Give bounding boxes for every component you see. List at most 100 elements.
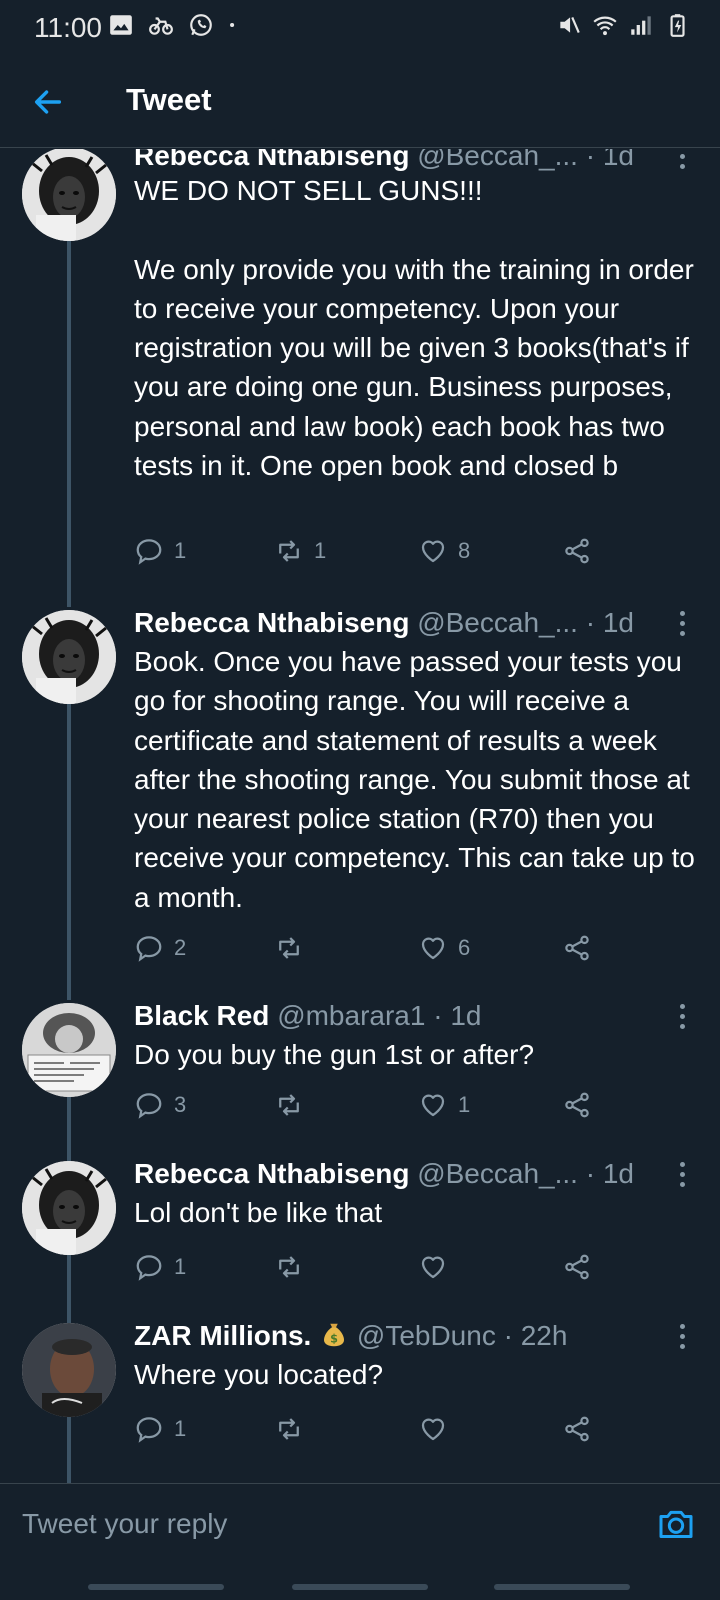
share-button[interactable] bbox=[562, 930, 592, 966]
reply-count: 1 bbox=[174, 538, 187, 563]
avatar[interactable] bbox=[22, 610, 116, 704]
wifi-icon bbox=[593, 16, 617, 36]
nav-home-handle[interactable] bbox=[292, 1584, 428, 1590]
tweet-item[interactable]: Rebecca Nthabiseng @Beccah_... · 1d Book… bbox=[0, 604, 720, 996]
more-options-icon[interactable] bbox=[670, 1317, 694, 1355]
tweet-header: Rebecca Nthabiseng @Beccah_... · 1d bbox=[134, 1155, 700, 1193]
system-icons bbox=[556, 12, 690, 38]
reply-button[interactable]: 1 bbox=[134, 1249, 186, 1285]
avatar[interactable] bbox=[22, 1323, 116, 1417]
author-handle-time: @TebDunc · 22h bbox=[356, 1320, 568, 1351]
tweet-actions: 1 bbox=[134, 1411, 614, 1447]
like-count: 8 bbox=[458, 538, 471, 563]
author-handle-time: @Beccah_... · 1d bbox=[417, 149, 634, 171]
reply-button[interactable]: 3 bbox=[134, 1087, 186, 1123]
nav-recent-handle[interactable] bbox=[88, 1584, 224, 1590]
heart-icon bbox=[421, 540, 445, 563]
bike-icon bbox=[149, 17, 173, 35]
tweet-item[interactable]: Rebecca Nthabiseng @Beccah_... · 1d WE D… bbox=[0, 149, 720, 597]
tweet-actions: 3 1 bbox=[134, 1087, 614, 1123]
app-header: Tweet bbox=[0, 56, 720, 148]
tweet-text: Where you located? bbox=[134, 1359, 384, 1390]
heart-icon bbox=[421, 937, 445, 960]
retweet-icon bbox=[279, 540, 299, 562]
reply-icon bbox=[136, 1093, 162, 1119]
like-button[interactable]: 1 bbox=[418, 1087, 470, 1123]
status-bar: 11:00 bbox=[0, 0, 720, 56]
avatar[interactable] bbox=[22, 1003, 116, 1097]
like-count: 1 bbox=[458, 1092, 471, 1117]
heart-icon bbox=[421, 1418, 445, 1441]
author-name[interactable]: Rebecca Nthabiseng bbox=[134, 607, 409, 638]
reply-button[interactable]: 1 bbox=[134, 1411, 186, 1447]
whatsapp-icon bbox=[190, 14, 212, 36]
retweet-count: 1 bbox=[314, 538, 327, 563]
tweet-header: ZAR Millions. $ @TebDunc · 22h bbox=[134, 1317, 700, 1355]
author-name[interactable]: Rebecca Nthabiseng bbox=[134, 149, 409, 171]
notification-icons bbox=[108, 12, 242, 38]
share-icon bbox=[565, 1092, 589, 1118]
camera-button[interactable] bbox=[654, 1502, 698, 1546]
share-icon bbox=[565, 1416, 589, 1442]
signal-icon bbox=[631, 16, 651, 35]
tweet-item[interactable]: Rebecca Nthabiseng @Beccah_... · 1d Lol … bbox=[0, 1155, 720, 1315]
retweet-button[interactable] bbox=[274, 930, 314, 966]
tweet-text: WE DO NOT SELL GUNS!!! We only provide y… bbox=[134, 175, 694, 482]
back-button[interactable] bbox=[22, 78, 74, 126]
share-button[interactable] bbox=[562, 1411, 592, 1447]
like-count: 6 bbox=[458, 935, 471, 960]
retweet-button[interactable] bbox=[274, 1087, 314, 1123]
reply-button[interactable]: 1 bbox=[134, 533, 186, 569]
more-options-icon[interactable] bbox=[670, 604, 694, 642]
like-button[interactable]: 6 bbox=[418, 930, 470, 966]
nav-back-handle[interactable] bbox=[494, 1584, 630, 1590]
battery-icon bbox=[670, 14, 685, 37]
author-name[interactable]: ZAR Millions. bbox=[134, 1320, 311, 1351]
tweet-header: Black Red @mbarara1 · 1d bbox=[134, 997, 700, 1035]
reply-icon bbox=[136, 1417, 162, 1443]
reply-input[interactable] bbox=[22, 1504, 602, 1544]
mute-icon bbox=[560, 16, 580, 34]
avatar[interactable] bbox=[22, 1161, 116, 1255]
reply-icon bbox=[136, 936, 162, 962]
more-options-icon[interactable] bbox=[670, 997, 694, 1035]
reply-count: 3 bbox=[174, 1092, 187, 1117]
retweet-icon bbox=[279, 1418, 299, 1440]
author-name[interactable]: Rebecca Nthabiseng bbox=[134, 1158, 409, 1189]
arrow-left-icon bbox=[34, 90, 62, 114]
user-photo bbox=[22, 1161, 116, 1255]
tweet-text: Do you buy the gun 1st or after? bbox=[134, 1039, 535, 1070]
like-button[interactable]: 8 bbox=[418, 533, 470, 569]
author-handle-time: @Beccah_... · 1d bbox=[417, 1158, 634, 1189]
tweet-actions: 1 bbox=[134, 1249, 614, 1285]
thread-list[interactable]: Rebecca Nthabiseng @Beccah_... · 1d WE D… bbox=[0, 149, 720, 1483]
reply-icon bbox=[136, 1255, 162, 1281]
user-photo bbox=[22, 610, 116, 704]
reply-bar bbox=[0, 1483, 720, 1563]
tweet-item[interactable]: ZAR Millions. $ @TebDunc · 22h Where you… bbox=[0, 1317, 720, 1483]
reply-count: 1 bbox=[174, 1254, 187, 1279]
status-time: 11:00 bbox=[34, 12, 102, 43]
avatar[interactable] bbox=[22, 149, 116, 241]
retweet-button[interactable] bbox=[274, 1411, 314, 1447]
more-options-icon[interactable] bbox=[670, 1155, 694, 1193]
like-button[interactable] bbox=[418, 1411, 458, 1447]
retweet-button[interactable]: 1 bbox=[274, 533, 326, 569]
reply-count: 1 bbox=[174, 1416, 187, 1441]
user-photo bbox=[22, 1003, 116, 1097]
reply-icon bbox=[136, 539, 162, 565]
tweet-item[interactable]: Black Red @mbarara1 · 1d Do you buy the … bbox=[0, 997, 720, 1157]
reply-button[interactable]: 2 bbox=[134, 930, 186, 966]
share-button[interactable] bbox=[562, 533, 592, 569]
camera-icon bbox=[659, 1510, 693, 1538]
system-nav-bar bbox=[0, 1584, 720, 1600]
share-button[interactable] bbox=[562, 1087, 592, 1123]
tweet-actions: 2 6 bbox=[134, 930, 614, 966]
author-handle-time: @mbarara1 · 1d bbox=[277, 1000, 482, 1031]
retweet-icon bbox=[279, 1094, 299, 1116]
user-photo bbox=[22, 149, 116, 241]
retweet-button[interactable] bbox=[274, 1249, 314, 1285]
author-name[interactable]: Black Red bbox=[134, 1000, 269, 1031]
share-button[interactable] bbox=[562, 1249, 592, 1285]
like-button[interactable] bbox=[418, 1249, 458, 1285]
